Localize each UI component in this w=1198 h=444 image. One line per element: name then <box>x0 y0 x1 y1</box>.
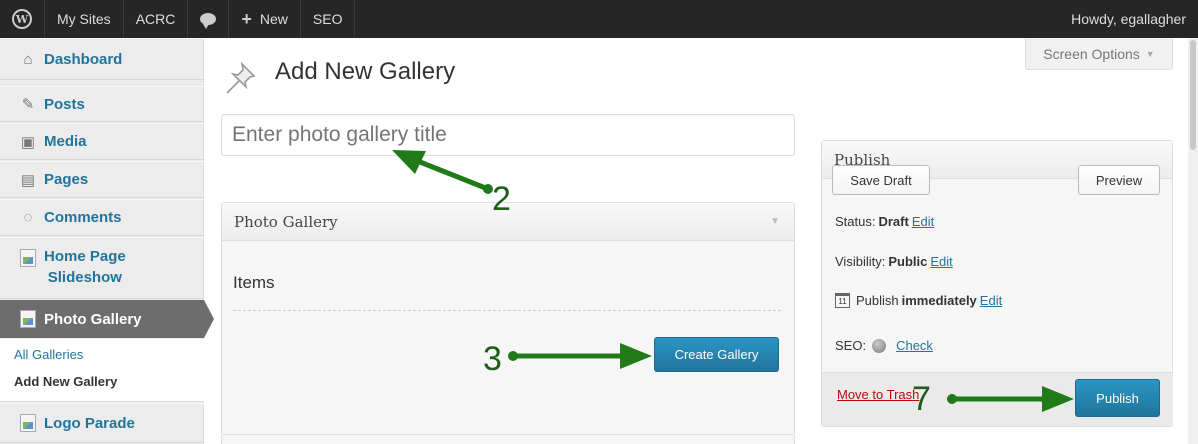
annotation-number-7: 7 <box>912 380 931 418</box>
annotation-number-3: 3 <box>483 340 502 378</box>
annotation-arrow-3-head <box>620 343 652 369</box>
scrollbar-thumb[interactable] <box>1190 40 1196 150</box>
annotation-arrows <box>392 150 1074 412</box>
annotation-number-2: 2 <box>492 180 511 218</box>
annotation-arrow-7-tail <box>947 394 957 404</box>
annotation-arrow-2-shaft <box>419 159 489 192</box>
annotation-arrow-3-tail <box>508 351 518 361</box>
annotation-arrow-7-head <box>1042 386 1074 412</box>
